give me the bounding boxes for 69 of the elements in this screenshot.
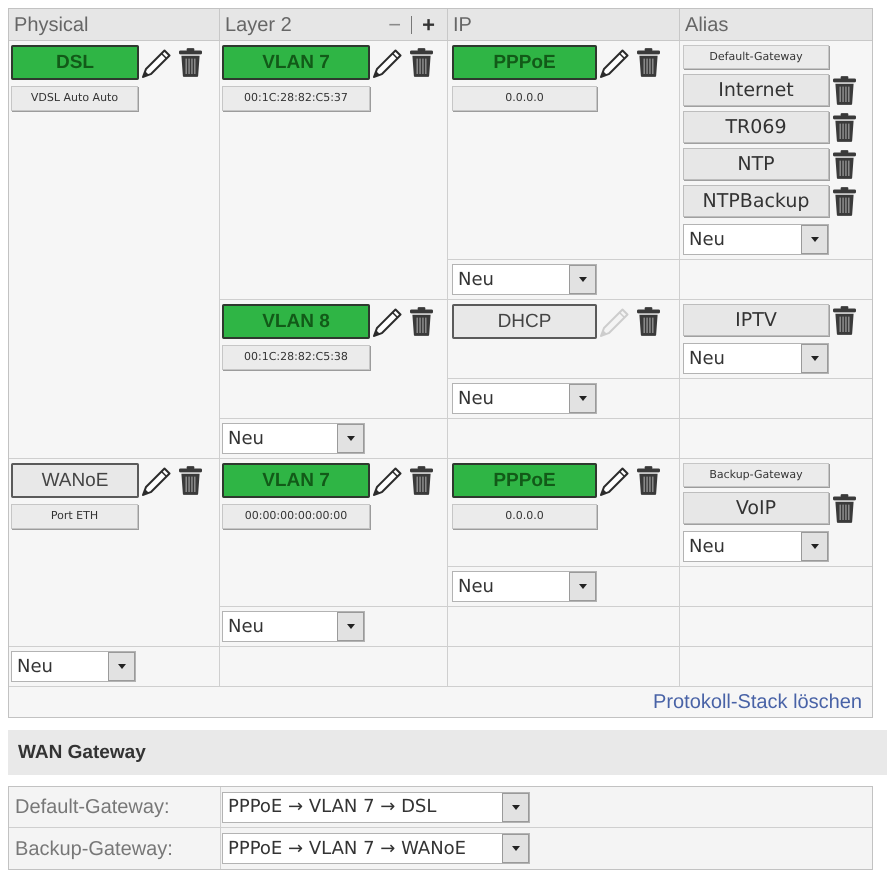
trash-icon[interactable] — [833, 306, 856, 334]
plus-button[interactable]: + — [422, 14, 435, 36]
column-header: Physical — [14, 14, 88, 34]
trash-icon[interactable] — [637, 307, 660, 336]
dropdown[interactable]: Neu — [11, 651, 136, 682]
caret-down-icon — [569, 384, 596, 413]
detail-box: 00:00:00:00:00:00 — [222, 504, 370, 529]
dropdown[interactable]: Neu — [222, 423, 365, 454]
dropdown[interactable]: PPPoE → VLAN 7 → WANoE — [222, 833, 530, 864]
trash-icon[interactable] — [833, 150, 856, 178]
alias-button[interactable]: IPTV — [683, 304, 829, 336]
pencil-icon[interactable] — [373, 48, 403, 78]
dropdown[interactable]: Neu — [683, 531, 829, 562]
alias-button[interactable]: TR069 — [683, 111, 829, 143]
column-header: Alias — [685, 14, 728, 34]
section-title: WAN Gateway — [18, 743, 146, 762]
trash-icon[interactable] — [637, 48, 660, 77]
trash-icon[interactable] — [410, 307, 433, 336]
dropdown[interactable]: Neu — [452, 383, 597, 414]
dropdown[interactable]: Neu — [222, 611, 365, 642]
trash-icon[interactable] — [179, 48, 202, 77]
caret-down-icon — [108, 652, 135, 681]
gateway-tag: Backup-Gateway — [683, 463, 829, 487]
alias-button[interactable]: VoIP — [683, 492, 829, 524]
dropdown[interactable]: Neu — [683, 224, 829, 255]
pencil-icon[interactable] — [142, 48, 172, 78]
caret-down-icon — [569, 572, 596, 601]
trash-icon[interactable] — [410, 466, 433, 495]
alias-button[interactable]: NTP — [683, 148, 829, 180]
alias-button[interactable]: NTPBackup — [683, 185, 829, 217]
pencil-icon[interactable] — [373, 306, 403, 336]
trash-icon[interactable] — [833, 186, 856, 216]
trash-icon[interactable] — [833, 112, 856, 142]
caret-down-icon — [801, 344, 828, 373]
detail-box: 0.0.0.0 — [452, 504, 597, 529]
trash-icon[interactable] — [179, 466, 202, 495]
caret-down-icon — [337, 424, 364, 453]
caret-down-icon — [502, 792, 529, 822]
caret-down-icon — [569, 265, 596, 294]
dropdown[interactable]: Neu — [452, 571, 597, 602]
pencil-icon[interactable] — [142, 466, 172, 496]
caret-down-icon — [502, 834, 529, 863]
column-header: Layer 2 — [225, 14, 292, 34]
protocol-button[interactable]: WANoE — [11, 463, 139, 498]
dropdown[interactable]: Neu — [683, 343, 829, 374]
delete-stack-link[interactable]: Protokoll-Stack löschen — [653, 692, 862, 712]
pencil-icon[interactable] — [373, 466, 403, 496]
detail-box: VDSL Auto Auto — [11, 86, 138, 111]
detail-box: 0.0.0.0 — [452, 86, 597, 111]
field-label: Default-Gateway: — [15, 797, 170, 817]
dropdown[interactable]: Neu — [452, 264, 597, 295]
detail-box: 00:1C:28:82:C5:38 — [222, 345, 370, 370]
pencil-icon[interactable] — [600, 48, 630, 78]
detail-box: Port ETH — [11, 504, 138, 529]
detail-box: 00:1C:28:82:C5:37 — [222, 86, 370, 111]
trash-icon[interactable] — [637, 466, 660, 495]
trash-icon[interactable] — [410, 48, 433, 77]
trash-icon[interactable] — [833, 494, 856, 522]
trash-icon[interactable] — [833, 76, 856, 104]
alias-button[interactable]: Internet — [683, 74, 829, 106]
gateway-tag: Default-Gateway — [683, 45, 829, 69]
caret-down-icon — [801, 225, 828, 254]
dropdown[interactable]: PPPoE → VLAN 7 → DSL — [222, 792, 530, 822]
pencil-icon[interactable] — [600, 466, 630, 496]
protocol-button[interactable]: DHCP — [452, 304, 597, 339]
caret-down-icon — [801, 532, 828, 561]
column-header: IP — [453, 14, 472, 34]
field-label: Backup-Gateway: — [15, 838, 173, 858]
caret-down-icon — [337, 612, 364, 641]
